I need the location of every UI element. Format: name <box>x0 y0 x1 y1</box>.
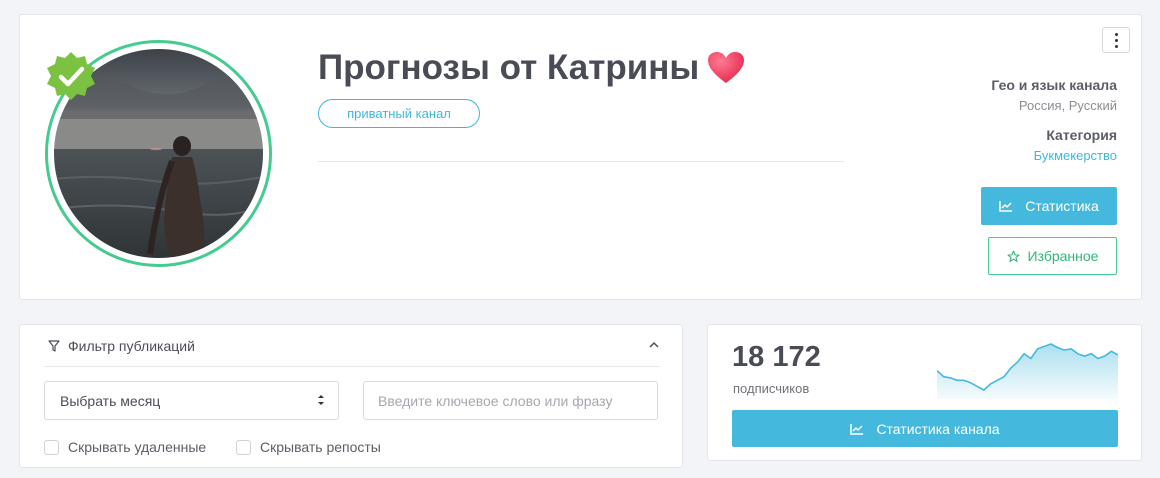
geo-label: Гео и язык канала <box>991 77 1117 93</box>
month-select-value: Выбрать месяц <box>60 392 161 409</box>
subscribers-card: 18 172 подписчиков Статистика канала <box>707 324 1142 461</box>
checkbox-box[interactable] <box>236 439 251 455</box>
favorite-button[interactable]: Избранное <box>988 237 1117 275</box>
keyword-search-input[interactable] <box>363 381 658 420</box>
publication-filter-card: Фильтр публикаций Выбрать месяц Скрывать… <box>19 324 683 468</box>
channel-title: Прогнозы от Катрины <box>318 48 745 88</box>
funnel-icon <box>48 339 60 352</box>
channel-statistics-button[interactable]: Статистика канала <box>732 410 1118 447</box>
star-icon <box>1007 250 1019 262</box>
category-link[interactable]: Букмекерство <box>1034 148 1117 163</box>
checkbox-box[interactable] <box>44 439 59 455</box>
subscribers-label: подписчиков <box>733 381 810 396</box>
filter-header-label: Фильтр публикаций <box>68 337 195 354</box>
category-block: Категория Букмекерство <box>1034 127 1117 163</box>
geo-value: Россия, Русский <box>1018 98 1117 113</box>
statistics-button[interactable]: Статистика <box>981 187 1117 225</box>
sparkline-area <box>937 344 1118 399</box>
subscribers-count: 18 172 <box>732 341 821 373</box>
heart-icon <box>708 52 745 83</box>
favorite-button-label: Избранное <box>1027 248 1099 264</box>
more-options-button[interactable] <box>1102 27 1130 53</box>
chart-line-icon <box>850 423 864 435</box>
hide-reposts-checkbox[interactable]: Скрывать репосты <box>236 439 381 455</box>
statistics-button-label: Статистика <box>1025 198 1099 214</box>
subscribers-trend-sparkline <box>937 343 1118 399</box>
geo-language-block: Гео и язык канала Россия, Русский <box>991 77 1117 113</box>
hide-deleted-label: Скрывать удаленные <box>68 439 207 455</box>
hide-reposts-label: Скрывать репосты <box>260 439 381 455</box>
chart-line-icon <box>999 201 1013 212</box>
month-select[interactable]: Выбрать месяц <box>44 381 339 420</box>
divider <box>318 161 844 162</box>
verified-badge-icon <box>47 52 95 100</box>
channel-statistics-label: Статистика канала <box>876 420 1000 437</box>
category-label: Категория <box>1046 127 1117 143</box>
chevron-up-icon[interactable] <box>648 339 660 351</box>
channel-title-text: Прогнозы от Катрины <box>318 48 700 87</box>
filter-header[interactable]: Фильтр публикаций <box>44 325 660 367</box>
more-vertical-icon <box>1114 32 1118 36</box>
channel-profile-card: Прогнозы от Катрины приватный канал Гео … <box>19 14 1142 300</box>
private-channel-badge: приватный канал <box>318 99 480 128</box>
sort-arrows-icon <box>318 395 324 405</box>
hide-deleted-checkbox[interactable]: Скрывать удаленные <box>44 439 206 455</box>
